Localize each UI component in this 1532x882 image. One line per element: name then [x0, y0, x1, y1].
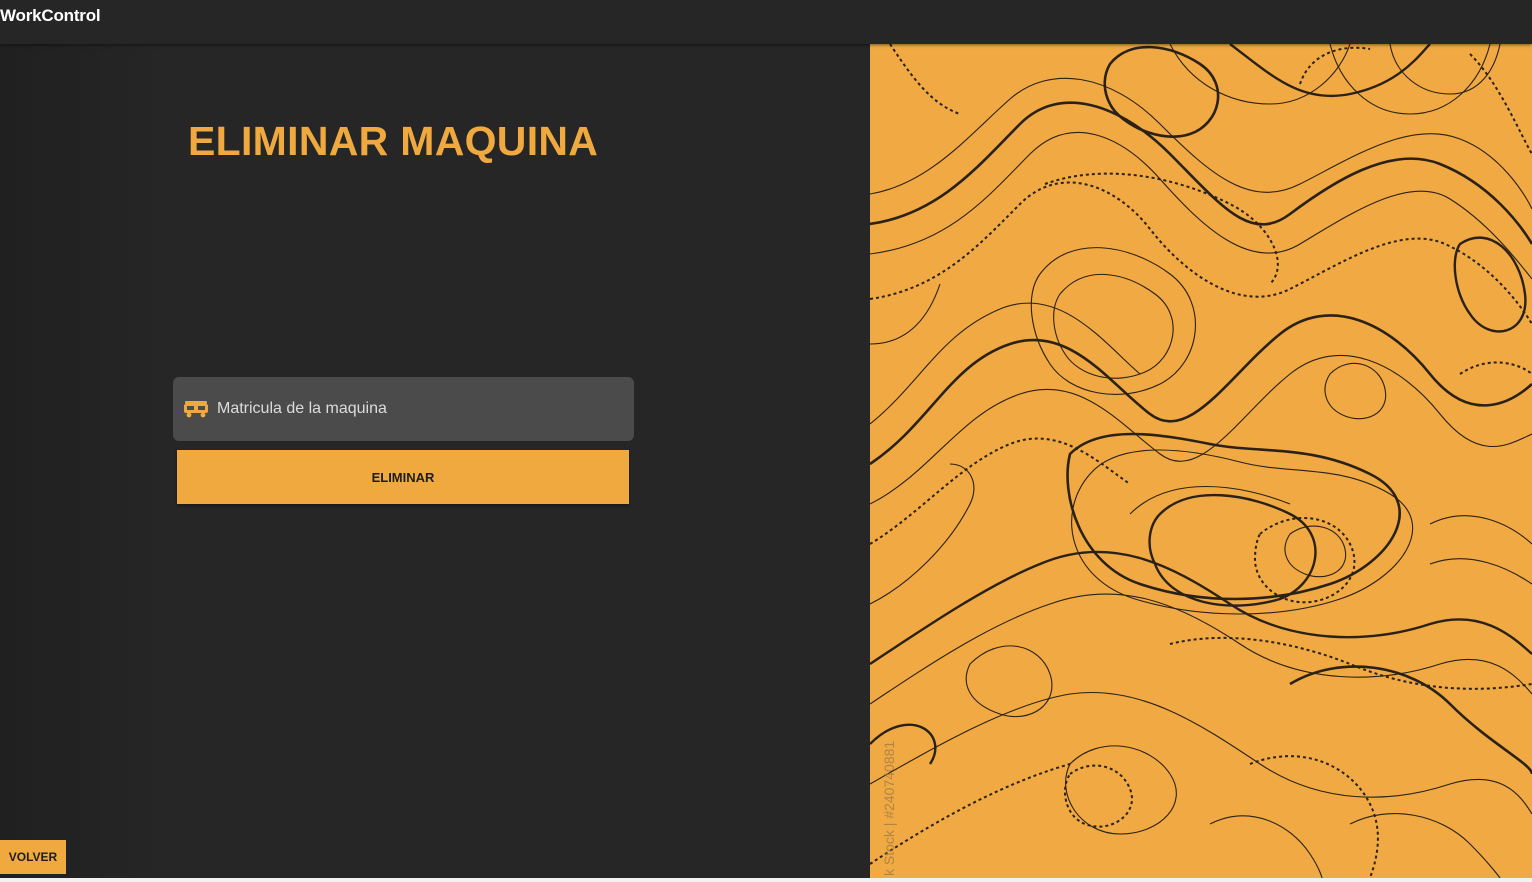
volver-button[interactable]: VOLVER: [0, 840, 66, 874]
matricula-input[interactable]: [217, 377, 622, 441]
app-title: WorkControl: [0, 6, 101, 25]
app-window: WorkControl ELIMINAR MAQUINA ELIMINAR: [0, 0, 1532, 882]
matricula-field[interactable]: [173, 377, 634, 441]
page-title: ELIMINAR MAQUINA: [188, 118, 599, 164]
topographic-lines: [870, 44, 1532, 878]
window-bottom-edge: [0, 878, 1532, 882]
truck-icon: [184, 401, 208, 418]
app-bar: WorkControl: [0, 0, 1532, 44]
image-watermark: k Stock | #240740881: [881, 740, 897, 876]
eliminar-button[interactable]: ELIMINAR: [177, 450, 629, 504]
topographic-map-image: [870, 44, 1532, 878]
